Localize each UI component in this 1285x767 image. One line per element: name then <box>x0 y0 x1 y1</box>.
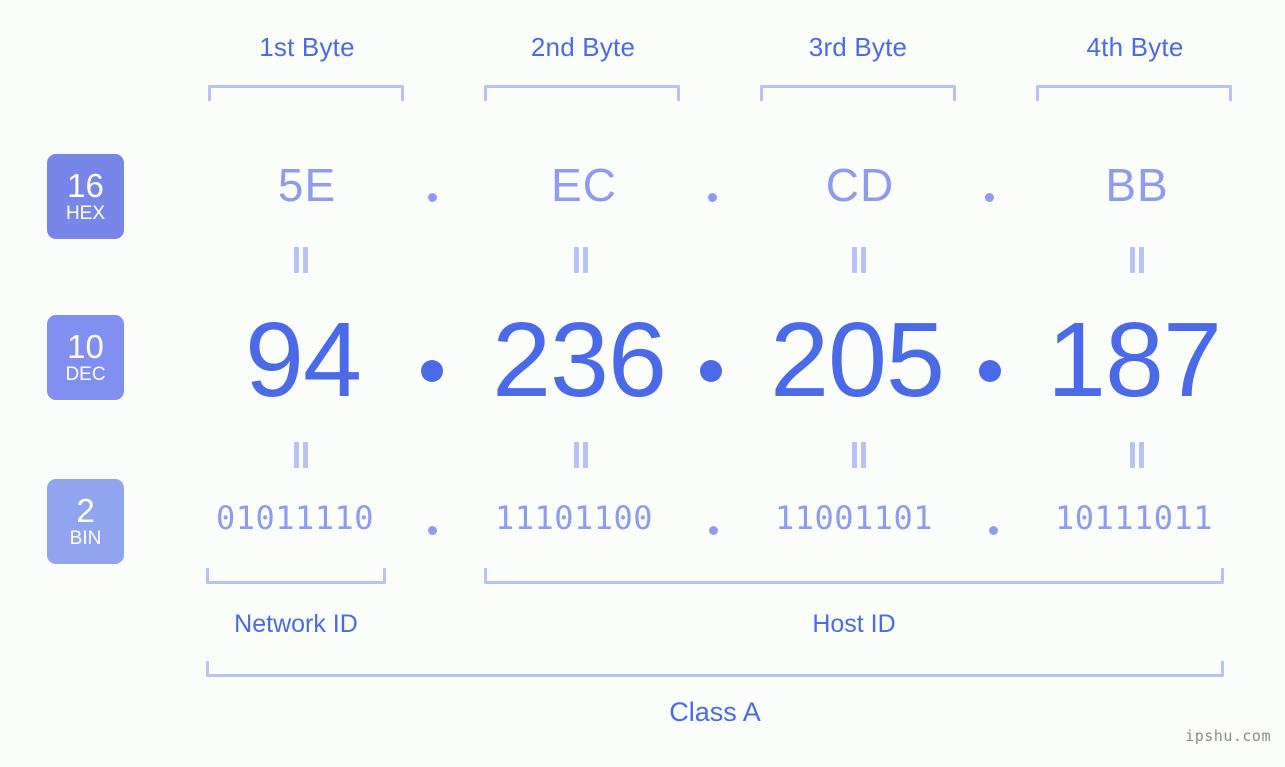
equals-mark-dec-bin-1 <box>292 442 310 468</box>
dec-octet-2: 236 <box>492 301 667 419</box>
equals-mark-hex-dec-2 <box>572 247 590 273</box>
radix-badge-bin: 2 BIN <box>47 479 124 564</box>
radix-badge-bin-name: BIN <box>69 528 102 549</box>
equals-mark-hex-dec-1 <box>292 247 310 273</box>
radix-badge-hex: 16 HEX <box>47 154 124 239</box>
radix-badge-bin-base: 2 <box>76 492 95 529</box>
bin-octet-1: 01011110 <box>215 499 375 537</box>
hex-octet-3: CD <box>825 159 895 211</box>
bin-separator-dot-3 <box>989 526 998 535</box>
host-id-label: Host ID <box>812 610 896 638</box>
class-label: Class A <box>669 697 761 727</box>
byte-header-1: 1st Byte <box>259 32 355 62</box>
class-bracket <box>206 661 1224 677</box>
dec-separator-dot-3 <box>979 360 1001 382</box>
byte-bracket-3 <box>760 85 956 101</box>
radix-badge-dec-base: 10 <box>67 328 104 365</box>
dec-octet-3: 205 <box>770 301 945 419</box>
network-id-label: Network ID <box>234 610 358 638</box>
hex-octet-1: 5E <box>277 159 337 211</box>
hex-separator-dot-1 <box>428 193 437 202</box>
hex-octet-4: BB <box>1105 159 1169 211</box>
byte-bracket-2 <box>484 85 680 101</box>
equals-mark-dec-bin-3 <box>850 442 868 468</box>
bin-separator-dot-1 <box>428 526 437 535</box>
byte-header-4: 4th Byte <box>1086 32 1184 62</box>
byte-bracket-4 <box>1036 85 1232 101</box>
bin-octet-3: 11001101 <box>774 499 934 537</box>
byte-header-3: 3rd Byte <box>808 32 908 62</box>
radix-badge-hex-name: HEX <box>65 203 106 224</box>
radix-badge-dec: 10 DEC <box>47 315 124 400</box>
bin-separator-dot-2 <box>709 526 718 535</box>
radix-badge-hex-base: 16 <box>67 167 104 204</box>
host-id-bracket <box>484 568 1224 584</box>
hex-separator-dot-2 <box>708 193 717 202</box>
hex-separator-dot-3 <box>985 193 994 202</box>
bin-octet-2: 11101100 <box>494 499 654 537</box>
equals-mark-dec-bin-4 <box>1128 442 1146 468</box>
radix-badge-dec-name: DEC <box>65 364 106 385</box>
dec-octet-1: 94 <box>245 301 362 419</box>
byte-bracket-1 <box>208 85 404 101</box>
ip-address-breakdown-diagram: 1st Byte 2nd Byte 3rd Byte 4th Byte 16 H… <box>0 0 1285 767</box>
site-watermark: ipshu.com <box>1185 727 1271 745</box>
equals-mark-dec-bin-2 <box>572 442 590 468</box>
equals-mark-hex-dec-4 <box>1128 247 1146 273</box>
dec-separator-dot-1 <box>421 360 443 382</box>
network-id-bracket <box>206 568 386 584</box>
dec-octet-4: 187 <box>1047 301 1222 419</box>
bin-octet-4: 10111011 <box>1054 499 1214 537</box>
equals-mark-hex-dec-3 <box>850 247 868 273</box>
dec-separator-dot-2 <box>700 360 722 382</box>
hex-octet-2: EC <box>551 159 617 211</box>
byte-header-2: 2nd Byte <box>530 32 636 62</box>
